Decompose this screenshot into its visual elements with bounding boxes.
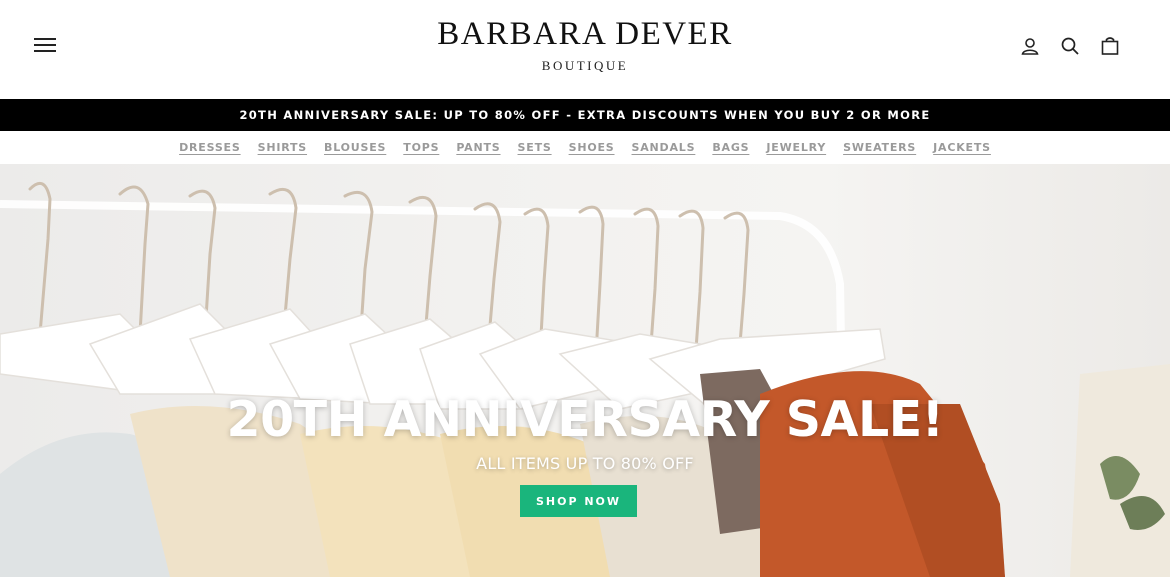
nav-item-shoes[interactable]: SHOES [569,141,615,154]
promo-text: 20TH ANNIVERSARY SALE: UP TO 80% OFF - E… [239,108,931,122]
hero-title: 20TH ANNIVERSARY SALE! [226,391,944,448]
nav-item-jewelry[interactable]: JEWELRY [766,141,826,154]
cart-icon[interactable] [1100,36,1120,56]
nav-item-shirts[interactable]: SHIRTS [258,141,307,154]
nav-item-sweaters[interactable]: SWEATERS [843,141,916,154]
nav-item-dresses[interactable]: DRESSES [179,141,241,154]
brand-title: BARBARA DEVER [437,16,733,52]
nav-item-jackets[interactable]: JACKETS [933,141,991,154]
nav-item-bags[interactable]: BAGS [712,141,749,154]
search-icon[interactable] [1060,36,1080,56]
account-icon[interactable] [1020,36,1040,56]
nav-item-tops[interactable]: TOPS [403,141,439,154]
promo-bar[interactable]: 20TH ANNIVERSARY SALE: UP TO 80% OFF - E… [0,99,1170,131]
site-header: BARBARA DEVER BOUTIQUE [0,0,1170,99]
brand-subtitle: BOUTIQUE [541,58,629,73]
brand-logo[interactable]: BARBARA DEVER BOUTIQUE [0,14,1170,74]
nav-item-pants[interactable]: PANTS [456,141,500,154]
nav-item-blouses[interactable]: BLOUSES [324,141,386,154]
header-actions [1020,36,1120,56]
hero-subtitle: ALL ITEMS UP TO 80% OFF [476,454,694,473]
nav-item-sandals[interactable]: SANDALS [632,141,696,154]
category-nav: DRESSES SHIRTS BLOUSES TOPS PANTS SETS S… [0,131,1170,164]
hero-banner[interactable]: 20TH ANNIVERSARY SALE! ALL ITEMS UP TO 8… [0,164,1170,577]
nav-item-sets[interactable]: SETS [518,141,552,154]
shop-now-button[interactable]: SHOP NOW [520,485,637,517]
